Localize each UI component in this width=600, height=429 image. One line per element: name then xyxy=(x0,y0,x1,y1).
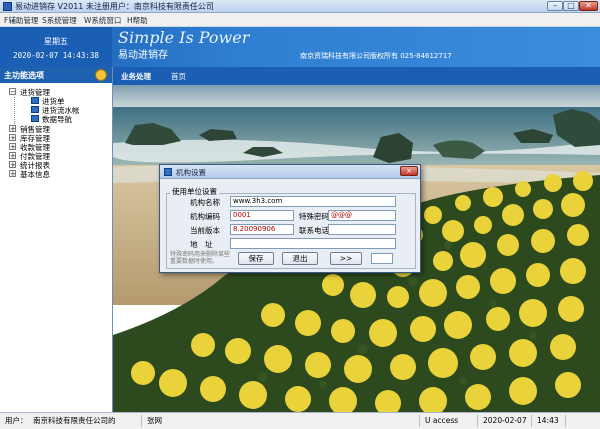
org-settings-dialog: 机构设置 × 使用单位设置 机构名称 www.3h3.com 机构编码 0001… xyxy=(159,164,421,273)
tree-collapse-icon[interactable]: − xyxy=(9,88,16,96)
tab-bar: 业务处理 首页 xyxy=(113,67,600,85)
special-password-label: 特殊密码 xyxy=(299,212,329,221)
maximize-button[interactable]: □ xyxy=(563,1,579,11)
menu-system[interactable]: S系统管理 xyxy=(42,15,77,26)
tree-expand-icon[interactable]: + xyxy=(9,170,16,178)
status-company: 南京科技有限责任公司的 xyxy=(30,415,142,427)
document-icon xyxy=(31,115,39,122)
password-hint: 特殊密码用来删除某些重要数据时使用。 xyxy=(170,251,231,265)
sidebar: 主功能选项 − 进货管理 进货单 进货流水帐 数据导航 + 销售管理 + 库存管… xyxy=(0,67,113,412)
dialog-title-bar[interactable]: 机构设置 × xyxy=(160,165,420,179)
tree-expand-icon[interactable]: + xyxy=(9,134,16,142)
address-label: 地 址 xyxy=(190,240,213,249)
status-mode: U access xyxy=(422,415,478,427)
tab-business[interactable]: 业务处理 xyxy=(121,71,151,82)
slogan: Simple Is Power xyxy=(118,28,250,47)
phone-label: 联系电话 xyxy=(299,226,329,235)
dialog-icon xyxy=(164,168,172,176)
tab-home[interactable]: 首页 xyxy=(171,71,186,82)
window-title: 易动进销存 V2011 未注册用户：南京科技有限责任公司 xyxy=(15,2,214,11)
status-username: 张网 xyxy=(144,415,420,427)
status-bar: 用户： 南京科技有限责任公司的 张网 U access 2020-02-07 1… xyxy=(0,412,600,429)
tree-expand-icon[interactable]: + xyxy=(9,152,16,160)
minimize-button[interactable]: – xyxy=(547,1,563,11)
menu-bar: F辅助管理 S系统管理 W系统窗口 H帮助 xyxy=(0,13,600,27)
weekday-label: 星期五 xyxy=(44,37,68,46)
address-field[interactable] xyxy=(230,238,396,249)
extra-field[interactable] xyxy=(371,253,393,264)
tree-expand-icon[interactable]: + xyxy=(9,143,16,151)
date-panel xyxy=(0,27,112,67)
app-icon xyxy=(3,2,12,11)
version-label: 当前版本 xyxy=(190,226,220,235)
menu-help[interactable]: H帮助 xyxy=(127,15,148,26)
status-user-label: 用户： xyxy=(5,416,28,425)
dialog-close-button[interactable]: × xyxy=(400,166,418,176)
org-code-field[interactable]: 0001 xyxy=(230,210,294,221)
menu-aux[interactable]: F辅助管理 xyxy=(4,15,38,26)
dialog-title: 机构设置 xyxy=(176,168,206,177)
tree-expand-icon[interactable]: + xyxy=(9,161,16,169)
group-title: 使用单位设置 xyxy=(170,186,219,197)
menu-window[interactable]: W系统窗口 xyxy=(84,15,121,26)
org-name-label: 机构名称 xyxy=(190,198,220,207)
sidebar-toggle-icon[interactable] xyxy=(95,69,107,81)
tree-connector xyxy=(14,97,15,124)
tree-item-basic-info[interactable]: 基本信息 xyxy=(20,169,50,180)
copyright-text: 南京资瑞科技有限公司版权所有 025-84612717 xyxy=(300,52,452,60)
close-button[interactable]: ✕ xyxy=(579,1,598,11)
org-code-label: 机构编码 xyxy=(190,212,220,221)
tree-expand-icon[interactable]: + xyxy=(9,125,16,133)
document-icon xyxy=(31,106,39,113)
header-banner: 星期五 2020-02-07 14:43:38 Simple Is Power … xyxy=(0,27,600,67)
app-title: 易动进销存 xyxy=(118,50,168,61)
more-button[interactable]: >> xyxy=(330,252,362,265)
status-date: 2020-02-07 xyxy=(480,415,532,427)
document-icon xyxy=(31,97,39,104)
datetime-label: 2020-02-07 14:43:38 xyxy=(13,51,99,60)
phone-field[interactable] xyxy=(328,224,396,235)
org-name-field[interactable]: www.3h3.com xyxy=(230,196,396,207)
status-time: 14:43 xyxy=(534,415,566,427)
window-title-bar[interactable]: 易动进销存 V2011 未注册用户：南京科技有限责任公司 – □ ✕ xyxy=(0,0,600,13)
version-field[interactable]: 8.20090906 xyxy=(230,224,294,235)
exit-button[interactable]: 退出 xyxy=(282,252,318,265)
special-password-field[interactable]: @@@ xyxy=(328,210,396,221)
save-button[interactable]: 保存 xyxy=(238,252,274,265)
sidebar-title: 主功能选项 xyxy=(4,71,44,80)
